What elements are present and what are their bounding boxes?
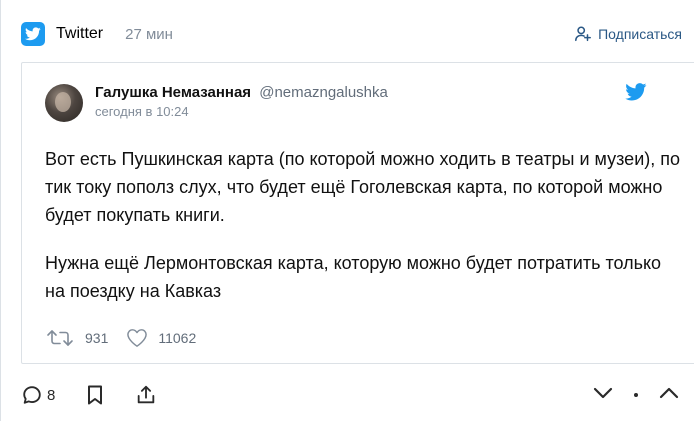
subscribe-label: Подписаться <box>598 26 682 42</box>
bookmark-button[interactable] <box>85 384 105 406</box>
tweet-text: Вот есть Пушкинская карта (по которой мо… <box>45 145 685 305</box>
author-name[interactable]: Галушка Немазанная <box>95 84 251 101</box>
retweet-icon <box>47 330 73 346</box>
chevron-up-icon[interactable] <box>658 386 680 405</box>
chevron-down-icon[interactable] <box>592 386 614 405</box>
like-stat[interactable]: 11062 <box>126 328 196 348</box>
comment-button[interactable]: 8 <box>21 384 55 406</box>
tweet-paragraph: Вот есть Пушкинская карта (по которой мо… <box>45 149 681 225</box>
share-icon <box>138 385 155 404</box>
like-count: 11062 <box>158 330 197 346</box>
heart-icon <box>127 329 148 347</box>
avatar[interactable] <box>45 84 83 122</box>
tweet-stats: 931 11062 <box>45 328 214 348</box>
share-button[interactable] <box>135 384 157 406</box>
comment-icon <box>23 386 41 404</box>
add-user-icon <box>575 26 592 42</box>
post-header: Twitter 27 мин Подписаться <box>21 20 682 48</box>
author-handle[interactable]: @nemazngalushka <box>259 84 388 101</box>
subscribe-button[interactable]: Подписаться <box>574 25 682 43</box>
twitter-icon[interactable] <box>21 22 45 46</box>
tweet-date[interactable]: сегодня в 10:24 <box>95 104 388 119</box>
source-name[interactable]: Twitter <box>56 25 103 43</box>
tweet-paragraph: Нужна ещё Лермонтовская карта, которую м… <box>45 253 662 301</box>
post-time[interactable]: 27 мин <box>125 26 173 43</box>
post-actions: 8 <box>21 380 680 410</box>
retweet-count: 931 <box>85 330 109 346</box>
embedded-tweet[interactable]: Галушка Немазанная @nemazngalushka сегод… <box>21 62 694 364</box>
bookmark-icon <box>88 385 103 405</box>
retweet-stat[interactable]: 931 <box>45 328 108 348</box>
more-icon[interactable] <box>632 386 640 404</box>
comment-count: 8 <box>47 386 56 404</box>
feed-post: Twitter 27 мин Подписаться Галушка Немаз… <box>0 0 694 421</box>
post-navigation <box>574 386 680 405</box>
twitter-bird-icon[interactable] <box>625 83 647 106</box>
tweet-author: Галушка Немазанная @nemazngalushka сегод… <box>45 84 388 122</box>
